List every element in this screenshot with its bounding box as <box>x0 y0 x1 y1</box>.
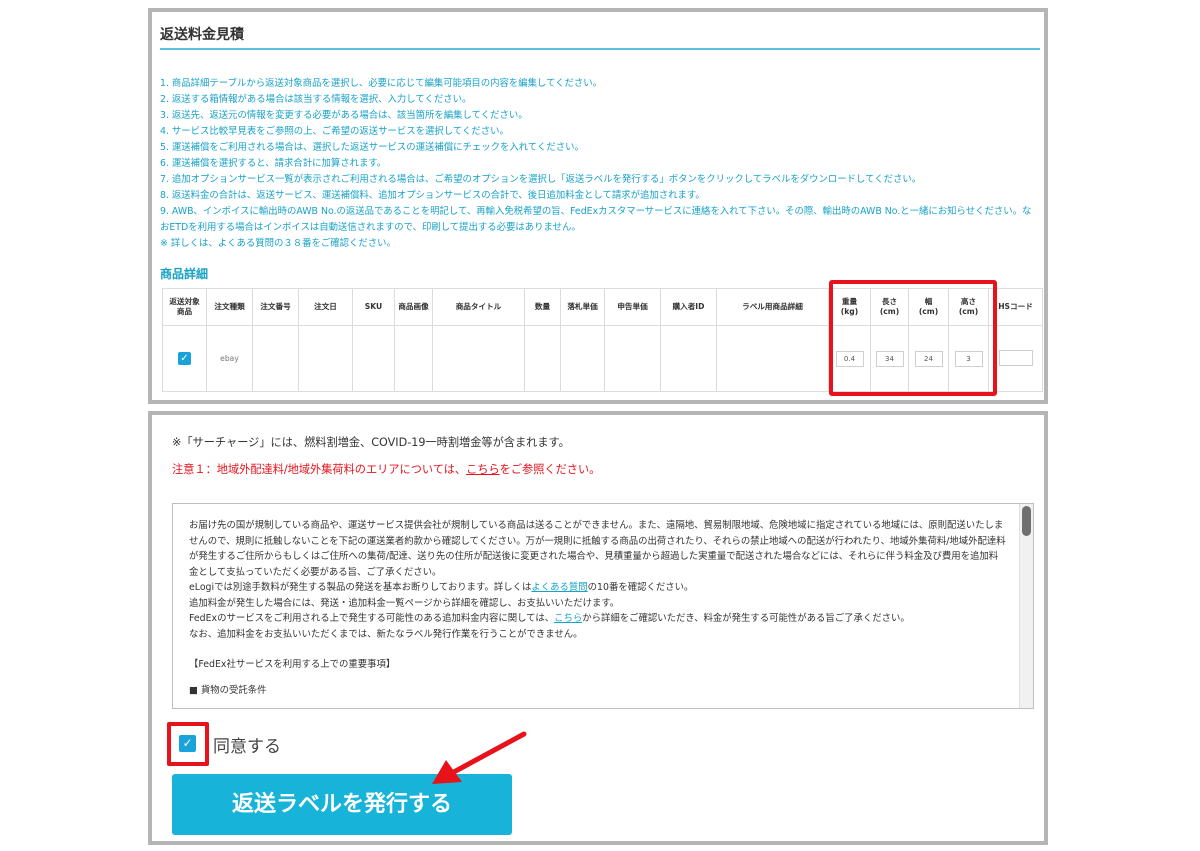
instruction-item: 5. 運送補償をご利用される場合は、選択した返送サービスの運送補償にチェックを入… <box>160 142 584 153</box>
fedex-surcharge-link[interactable]: こちら <box>554 613 582 624</box>
goods-detail-title: 商品詳細 <box>160 267 209 281</box>
terms-spacer <box>189 642 1007 657</box>
declared-price-cell <box>604 325 661 392</box>
terms-scrollbar[interactable] <box>1019 504 1033 708</box>
hs-code-input[interactable] <box>998 349 1033 366</box>
terms-line: eLogiでは別途手数料が発生する製品の発送を基本お断りしております。詳しくはよ… <box>189 580 1007 596</box>
warning-link[interactable]: こちら <box>466 463 500 476</box>
warning-prefix: 注意１：地域外配達料/地域外集荷料のエリアについては、 <box>172 463 467 476</box>
scrollbar-thumb[interactable] <box>1022 506 1031 536</box>
col-order-date: 注文日 <box>298 288 353 326</box>
col-buyer-id: 購入者ID <box>660 288 717 326</box>
instruction-item: 6. 運送補償を選択すると、請求合計に加算されます。 <box>160 158 387 169</box>
instruction-item: 1. 商品詳細テーブルから返送対象商品を選択し、必要に応じて編集可能項目の内容を… <box>160 78 603 89</box>
terms-line: 追加料金が発生した場合には、発送・追加料金一覧ページから詳細を確認し、お支払いい… <box>189 597 620 609</box>
col-declared-price: 申告単価 <box>604 288 661 326</box>
col-order-type: 注文種類 <box>206 288 253 326</box>
agree-highlight-box <box>167 722 209 766</box>
terms-text-segment: の10番を確認ください。 <box>587 582 694 593</box>
instruction-item: 4. サービス比較早見表をご参照の上、ご希望の返送サービスを選択してください。 <box>160 126 509 137</box>
order-type-cell: ebay <box>206 325 253 392</box>
terms-bullet: ■ 貨物の受託条件 <box>189 684 267 696</box>
terms-text-segment: eLogiでは別途手数料が発生する製品の発送を基本お断りしております。詳しくは <box>189 582 532 593</box>
terms-box[interactable]: お届け先の国が規制している商品や、運送サービス提供会社が規制している商品は送るこ… <box>172 503 1034 709</box>
terms-text: お届け先の国が規制している商品や、運送サービス提供会社が規制している商品は送るこ… <box>189 518 1007 698</box>
instruction-item: 8. 返送料金の合計は、返送サービス、運送補償料、追加オプションサービスの合計で… <box>160 190 705 201</box>
return-target-cell: ✓ <box>162 325 207 392</box>
quantity-cell <box>524 325 561 392</box>
instruction-item: 3. 返送先、返送元の情報を変更する必要がある場合は、該当箇所を編集してください… <box>160 110 528 121</box>
issue-return-label-button[interactable]: 返送ラベルを発行する <box>172 774 512 835</box>
product-title-cell <box>432 325 525 392</box>
section-title: 返送料金見積 <box>160 27 244 43</box>
winning-price-cell <box>560 325 605 392</box>
faq-link[interactable]: よくある質問 <box>531 582 587 593</box>
instruction-item: 7. 追加オプションサービス一覧が表示されご利用される場合は、ご希望のオプション… <box>160 174 922 185</box>
agreement-panel: ※「サーチャージ」には、燃料割増金、COVID-19一時割増金等が含まれます。 … <box>148 411 1048 845</box>
agree-label[interactable]: 同意する <box>213 732 281 757</box>
col-quantity: 数量 <box>524 288 561 326</box>
product-image-cell <box>394 325 433 392</box>
col-sku: SKU <box>352 288 395 326</box>
col-winning-price: 落札単価 <box>560 288 605 326</box>
terms-paragraph: お届け先の国が規制している商品や、運送サービス提供会社が規制している商品は送るこ… <box>189 520 1006 578</box>
dimension-highlight-box <box>829 280 997 396</box>
instruction-list: 1. 商品詳細テーブルから返送対象商品を選択し、必要に応じて編集可能項目の内容を… <box>160 76 1038 252</box>
col-order-number: 注文番号 <box>252 288 299 326</box>
col-label-detail: ラベル用商品詳細 <box>716 288 829 326</box>
col-product-image: 商品画像 <box>394 288 433 326</box>
buyer-id-cell <box>660 325 717 392</box>
title-divider <box>160 48 1040 50</box>
surcharge-note: ※「サーチャージ」には、燃料割増金、COVID-19一時割増金等が含まれます。 <box>172 436 570 449</box>
terms-text-segment: から詳細をご確認いただき、料金が発生する可能性がある旨ご了承ください。 <box>582 613 910 624</box>
return-target-checkbox[interactable]: ✓ <box>178 352 191 365</box>
terms-line: FedExのサービスをご利用される上で発生する可能性のある追加料金内容に関しては… <box>189 611 1007 627</box>
order-number-cell <box>252 325 299 392</box>
return-estimate-panel: 返送料金見積 1. 商品詳細テーブルから返送対象商品を選択し、必要に応じて編集可… <box>148 8 1048 404</box>
col-product-title: 商品タイトル <box>432 288 525 326</box>
instruction-item: ※ 詳しくは、よくある質問の３８番をご確認ください。 <box>160 238 396 249</box>
terms-line: なお、追加料金をお支払いいただくまでは、新たなラベル発行作業を行うことができませ… <box>189 628 583 640</box>
sku-cell <box>352 325 395 392</box>
label-detail-cell <box>716 325 829 392</box>
terms-spacer <box>189 673 1007 683</box>
warning-suffix: をご参照ください。 <box>499 463 601 476</box>
instruction-item: 2. 返送する箱情報がある場合は該当する情報を選択、入力してください。 <box>160 94 472 105</box>
instruction-item: 9. AWB、インボイスに輸出時のAWB No.の返送品であることを明記して、再… <box>160 206 1032 233</box>
terms-text-segment: FedExのサービスをご利用される上で発生する可能性のある追加料金内容に関しては… <box>189 613 555 624</box>
order-date-cell <box>298 325 353 392</box>
area-warning: 注意１：地域外配達料/地域外集荷料のエリアについては、こちらをご参照ください。 <box>172 461 600 477</box>
col-return-target: 返送対象 商品 <box>162 288 207 326</box>
terms-section-title: 【FedEx社サービスを利用する上での重要事項】 <box>189 659 396 670</box>
